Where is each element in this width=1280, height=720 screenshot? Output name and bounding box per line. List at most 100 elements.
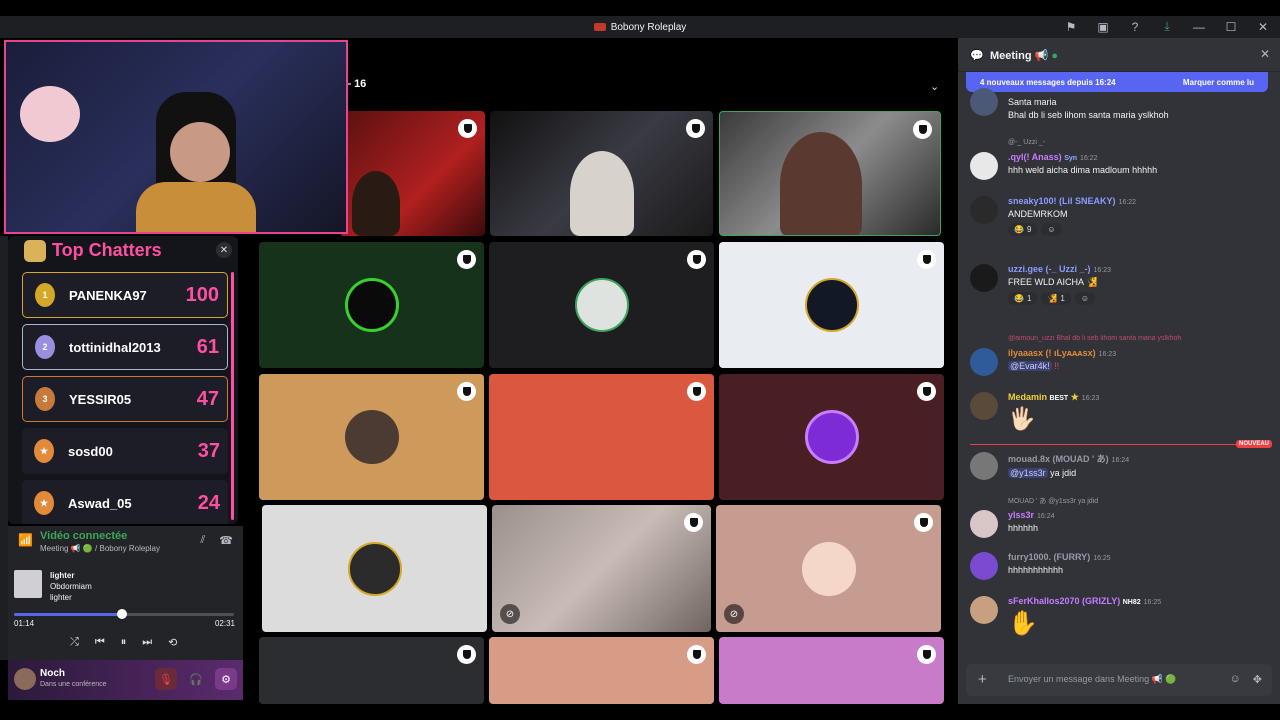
reaction[interactable]: 😂 1 [1008, 292, 1038, 305]
user-mention[interactable]: @Evar4k! [1008, 361, 1052, 371]
chatter-row: ★ Aswad_05 24 [22, 480, 228, 524]
avatar[interactable] [970, 596, 998, 624]
shield-icon [917, 645, 936, 664]
reaction[interactable]: 🧏 1 [1041, 292, 1071, 305]
avatar-tile[interactable] [719, 374, 944, 500]
avatar[interactable] [970, 152, 998, 180]
plus-icon[interactable]: + [978, 671, 987, 688]
message-author[interactable]: furry1000. (FURRY) [1008, 552, 1090, 562]
avatar [804, 278, 859, 332]
message-author[interactable]: Medamin [1008, 392, 1047, 402]
close-icon[interactable]: ✕ [1260, 47, 1270, 61]
message-input[interactable]: Envoyer un message dans Meeting 📢 🟢 [1008, 674, 1177, 685]
add-reaction-icon[interactable]: ☺ [1074, 292, 1096, 305]
maximize-button[interactable]: ☐ [1224, 20, 1238, 34]
shield-icon [917, 250, 936, 269]
new-tag: NOUVEAU [1235, 440, 1272, 448]
medal-icon: 1 [35, 283, 55, 307]
chevron-down-icon[interactable]: ⌄ [930, 80, 939, 93]
chatter-name: YESSIR05 [69, 391, 132, 407]
message-author[interactable]: ilyaaasx (! ıLyᴀᴀᴀsx) [1008, 348, 1096, 358]
close-icon[interactable]: ✕ [216, 242, 232, 258]
disconnect-icon[interactable]: ☎ [219, 534, 233, 547]
message-author[interactable]: uzzi.gee (-_ Uzzi _-) [1008, 264, 1091, 274]
avatar-tile[interactable] [262, 505, 487, 632]
reply-preview[interactable]: MOUAD ' あ @y1ss3r ya jdid [1008, 496, 1098, 506]
avatar[interactable] [970, 392, 998, 420]
headphones-icon[interactable]: 🎧 [185, 668, 207, 690]
avatar-tile[interactable] [259, 242, 484, 368]
avatar-tile[interactable] [489, 637, 714, 704]
track-progress-bar[interactable] [14, 609, 234, 619]
user-panel: Noch Dans une conférence 🎙 🎧 ⚙ [8, 660, 243, 700]
close-window-button[interactable]: ✕ [1256, 20, 1270, 34]
message-time: 16:22 [1080, 155, 1098, 162]
video-tile[interactable]: ⊘ [492, 505, 711, 632]
reaction[interactable]: 😂 9 [1008, 223, 1038, 236]
message-author[interactable]: sFerKhallos2070 (GRIZLY) [1008, 596, 1120, 606]
chatter-row: ★ sosd00 37 [22, 428, 228, 474]
apps-icon[interactable]: ✥ [1253, 673, 1262, 686]
avatar-tile[interactable] [259, 637, 484, 704]
pause-icon[interactable]: ⏸ [121, 636, 127, 649]
repeat-icon[interactable]: ⟲ [168, 636, 177, 649]
avatar[interactable] [970, 510, 998, 538]
message-text: ANDEMRKOM [1008, 209, 1068, 219]
noise-suppression-icon[interactable]: ⫽ [200, 534, 205, 547]
avatar[interactable] [14, 668, 36, 690]
chatter-row: 2 tottinidhal2013 61 [22, 324, 228, 370]
gear-icon[interactable]: ⚙ [215, 668, 237, 690]
avatar[interactable] [970, 452, 998, 480]
message-time: 16:23 [1098, 351, 1117, 358]
new-messages-banner[interactable]: 4 nouveaux messages depuis 16:24 Marquer… [966, 72, 1268, 92]
reply-preview[interactable]: @aimoun_uzzi Bhal db li seb lihom santa … [1008, 335, 1268, 342]
shuffle-icon[interactable]: ⤮ [70, 636, 79, 649]
avatar[interactable] [970, 88, 998, 116]
avatar-tile[interactable] [489, 374, 714, 500]
avatar-tile[interactable] [489, 242, 714, 368]
avatar[interactable] [970, 264, 998, 292]
emoji-icon[interactable]: ☺ [1230, 673, 1241, 686]
reply-preview[interactable]: @-_ Uzzi _- [1008, 139, 1045, 146]
mic-muted-icon: ⊘ [724, 604, 744, 624]
voice-channel[interactable]: Meeting 📢 🟢 / Bobony Roleplay [40, 544, 160, 553]
avatar[interactable] [970, 348, 998, 376]
avatar-tile[interactable] [259, 374, 484, 500]
flag-icon[interactable]: ⚑ [1064, 20, 1078, 34]
avatar [801, 541, 856, 596]
video-tile[interactable] [490, 111, 713, 236]
top-chatters-panel: Top Chatters ✕ 1 PANENKA97 100 2 tottini… [8, 236, 238, 524]
message-author[interactable]: ylss3r [1008, 510, 1034, 520]
chatter-score: 100 [185, 283, 219, 306]
message-text: Santa maria [1008, 97, 1057, 107]
mic-muted-icon: ⊘ [500, 604, 520, 624]
user-mention[interactable]: @y1ss3r [1008, 468, 1048, 478]
download-icon[interactable]: ⤓ [1160, 19, 1174, 34]
avatar[interactable] [970, 552, 998, 580]
next-icon[interactable]: ⏭ [142, 636, 152, 649]
video-tile[interactable] [719, 111, 941, 236]
chatter-score: 37 [197, 439, 220, 462]
message-author[interactable]: sneaky100! (Lil SNEAKY) [1008, 196, 1116, 206]
connection-icon: 📶 [18, 533, 33, 547]
message-author[interactable]: .qyl(! Anass) [1008, 152, 1062, 162]
mark-read-button[interactable]: Marquer comme lu [1183, 78, 1254, 87]
avatar[interactable] [970, 196, 998, 224]
previous-icon[interactable]: ⏮ [95, 636, 105, 649]
minimize-button[interactable]: — [1192, 20, 1206, 34]
progress-knob[interactable] [116, 609, 127, 619]
add-reaction-icon[interactable]: ☺ [1041, 223, 1062, 236]
message-text: hhh weld aicha dima madloum hhhhh [1008, 165, 1158, 175]
message-time: 16:25 [1093, 555, 1111, 562]
user-status: Dans une conférence [40, 681, 107, 688]
mic-muted-icon[interactable]: 🎙 [155, 668, 177, 690]
avatar-tile[interactable]: ⊘ [716, 505, 941, 632]
message-author[interactable]: mouad.8x (MOUAD ' あ) [1008, 454, 1109, 464]
scrollbar[interactable] [231, 272, 234, 520]
help-icon[interactable]: ? [1128, 20, 1142, 34]
avatar-tile[interactable] [719, 637, 944, 704]
video-tile[interactable] [340, 111, 485, 236]
avatar-tile[interactable] [719, 242, 944, 368]
inbox-icon[interactable]: ▣ [1096, 20, 1110, 34]
message-composer[interactable]: + Envoyer un message dans Meeting 📢 🟢 ☺ ✥ [966, 664, 1272, 696]
